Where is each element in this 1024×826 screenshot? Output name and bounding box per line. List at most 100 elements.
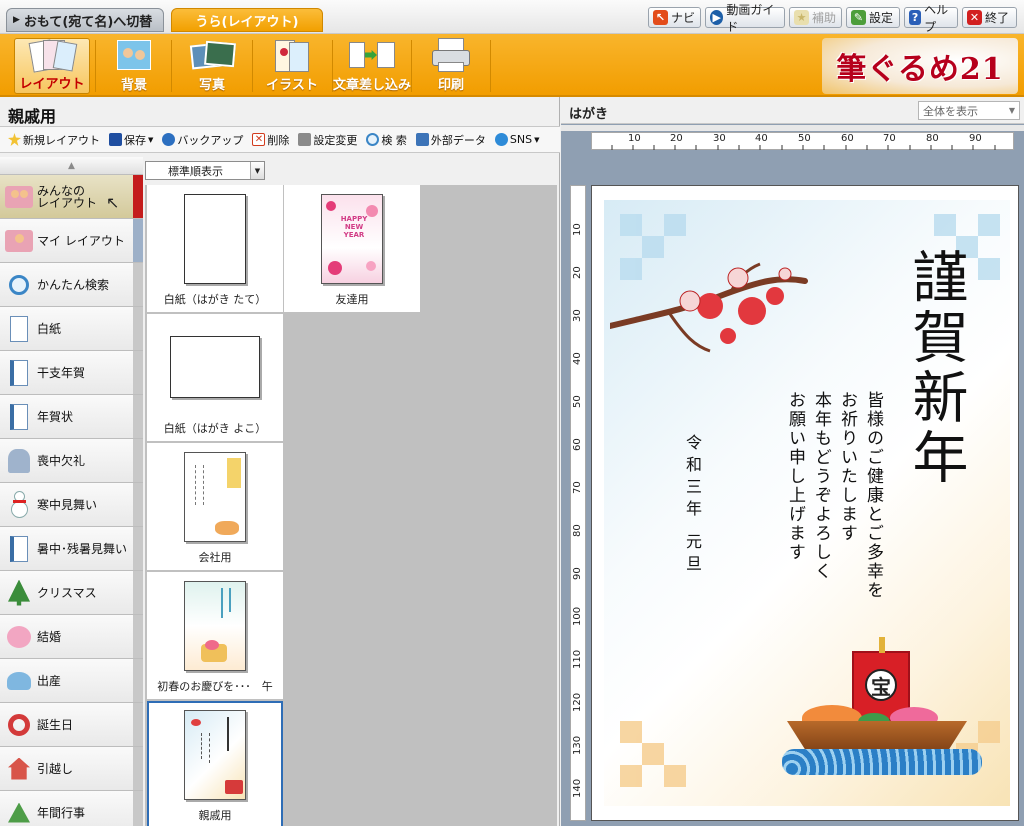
category-scroll-up-button[interactable]: ▲ <box>0 157 143 175</box>
greeting-body: 皆様のご健康とご多幸を お祈りいたします 本年もどうぞよろしく お願い申し上げま… <box>782 391 886 600</box>
layout-panel: 親戚用 新規レイアウト 保存 ▼ バックアップ ✕ 削除 設定変更 検 索 外部… <box>0 97 560 826</box>
ruler-label: 40 <box>755 133 768 144</box>
category-easy-search[interactable]: かんたん検索 <box>0 263 143 307</box>
help-button[interactable]: ? ヘルプ <box>904 3 958 34</box>
layout-thumb-spring[interactable]: 初春のお慶びを･･･ 午 <box>147 572 283 699</box>
view-zoom-select[interactable]: 全体を表示 ▼ <box>918 101 1020 120</box>
category-label: 誕生日 <box>37 717 74 732</box>
toolbar-divider <box>171 40 172 92</box>
save-button[interactable]: 保存 ▼ <box>109 132 153 148</box>
summer-card-icon <box>5 534 33 564</box>
category-label: 白紙 <box>37 321 62 336</box>
category-list: ▲ みんなの レイアウト ↖ マイ レイアウト かんたん検索 白紙 干支年賀 年… <box>0 157 143 826</box>
search-button[interactable]: 検 索 <box>366 132 407 148</box>
zodiac-card-icon <box>5 358 33 388</box>
delete-button[interactable]: ✕ 削除 <box>252 132 289 148</box>
category-label: 暑中･残暑見舞い <box>37 541 128 556</box>
category-winter-greeting[interactable]: 寒中見舞い <box>0 483 143 527</box>
horizontal-ruler: 10 20 30 40 50 60 70 80 90 <box>591 132 1014 150</box>
caret-down-icon: ▼ <box>148 135 154 144</box>
layout-thumb-friends[interactable]: HAPPY NEW YEAR 友達用 <box>284 185 420 312</box>
category-indicator <box>133 791 143 826</box>
ruler-label: 10 <box>572 223 583 236</box>
category-mourning[interactable]: 喪中欠礼 <box>0 439 143 483</box>
layout-cards-icon <box>27 39 78 73</box>
front-side-tab[interactable]: ▶ おもて(宛て名)へ切替 <box>6 8 164 32</box>
layout-thumb-company[interactable]: 会社用 <box>147 443 283 570</box>
navi-button[interactable]: ↖ ナビ <box>648 7 701 28</box>
category-label: クリスマス <box>37 585 97 600</box>
category-label: 出産 <box>37 673 62 688</box>
assist-button[interactable]: ★ 補助 <box>789 7 842 28</box>
ruler-label: 70 <box>883 133 896 144</box>
layout-thumb-relatives[interactable]: 親戚用 <box>147 701 283 826</box>
exit-button[interactable]: ✕ 終了 <box>962 7 1017 28</box>
backup-icon <box>162 133 176 146</box>
category-annual-events[interactable]: 年間行事 <box>0 791 143 826</box>
category-indicator <box>133 395 143 438</box>
toolbar-divider <box>411 40 412 92</box>
category-christmas[interactable]: クリスマス <box>0 571 143 615</box>
settings-button[interactable]: ✎ 設定 <box>846 7 900 28</box>
save-floppy-icon <box>109 133 122 146</box>
ruler-label: 80 <box>926 133 939 144</box>
tool-text-insert[interactable]: 文章差し込み <box>333 38 411 94</box>
new-year-card-icon <box>5 402 33 432</box>
ruler-label: 130 <box>572 735 583 755</box>
greeting-body-line: お祈りいたします <box>837 391 857 543</box>
category-indicator <box>133 703 143 746</box>
tool-layout[interactable]: レイアウト <box>14 38 90 94</box>
category-everyone-layout[interactable]: みんなの レイアウト ↖ <box>0 175 143 219</box>
tool-illustration[interactable]: イラスト <box>254 38 330 94</box>
layout-thumb-blank-landscape[interactable]: 白紙（はがき よこ） <box>147 314 283 441</box>
category-label: 干支年賀 <box>37 365 86 380</box>
category-indicator <box>133 219 143 262</box>
ruler-label: 90 <box>572 567 583 580</box>
settings-change-icon <box>298 133 312 146</box>
preview-toolbar-strip <box>561 125 1024 131</box>
sort-order-select[interactable]: 標準順表示 ▼ <box>145 161 265 180</box>
ruler-label: 50 <box>798 133 811 144</box>
category-indicator <box>133 263 143 306</box>
new-layout-button[interactable]: 新規レイアウト <box>8 132 100 148</box>
category-blank[interactable]: 白紙 <box>0 307 143 351</box>
layout-thumb-label: 初春のお慶びを･･･ 午 <box>157 680 273 693</box>
category-zodiac[interactable]: 干支年賀 <box>0 351 143 395</box>
settings-change-button[interactable]: 設定変更 <box>298 132 357 148</box>
ruler-label: 60 <box>572 438 583 451</box>
category-birthday[interactable]: 誕生日 <box>0 703 143 747</box>
baby-stroller-icon <box>5 666 33 696</box>
category-indicator <box>133 307 143 350</box>
layout-thumb-blank-portrait[interactable]: 白紙（はがき たて） <box>147 185 283 312</box>
category-birth[interactable]: 出産 <box>0 659 143 703</box>
category-new-year-card[interactable]: 年賀状 <box>0 395 143 439</box>
category-label: 年賀状 <box>37 409 74 424</box>
treasure-ship-illustration: 宝 <box>782 631 982 781</box>
category-summer-greeting[interactable]: 暑中･残暑見舞い <box>0 527 143 571</box>
tool-print[interactable]: 印刷 <box>413 38 489 94</box>
panel-title: 親戚用 <box>8 107 57 126</box>
close-x-icon: ✕ <box>967 10 982 25</box>
ruler-label: 40 <box>572 352 583 365</box>
illustration-icon <box>267 38 317 73</box>
ruler-label: 110 <box>572 649 583 669</box>
postcard-canvas[interactable]: 謹賀新年 皆様のご健康とご多幸を お祈りいたします 本年もどうぞよろしく お願い… <box>591 185 1019 821</box>
treasure-flag-label: 宝 <box>865 669 897 701</box>
external-data-button[interactable]: 外部データ <box>415 132 486 148</box>
tool-photo[interactable]: 写真 <box>174 38 250 94</box>
tool-background[interactable]: 背景 <box>96 38 172 94</box>
greeting-body-line: お願い申し上げます <box>785 391 805 562</box>
category-moving[interactable]: 引越し <box>0 747 143 791</box>
category-label: 喪中欠礼 <box>37 453 86 468</box>
layout-thumb-label: 会社用 <box>198 551 232 564</box>
video-guide-button[interactable]: ▶ 動画ガイド <box>705 3 785 34</box>
category-my-layout[interactable]: マイ レイアウト <box>0 219 143 263</box>
people-folder-icon <box>5 182 33 212</box>
backup-button[interactable]: バックアップ <box>162 132 243 148</box>
background-people-icon <box>109 38 159 73</box>
sns-button[interactable]: SNS ▼ <box>494 133 539 146</box>
preview-panel: はがき 全体を表示 ▼ 10 20 30 40 50 60 70 80 90 1… <box>561 97 1024 826</box>
category-wedding[interactable]: 結婚 <box>0 615 143 659</box>
layout-thumb-label: 友達用 <box>335 293 369 306</box>
back-side-tab[interactable]: うら(レイアウト) <box>171 8 323 32</box>
